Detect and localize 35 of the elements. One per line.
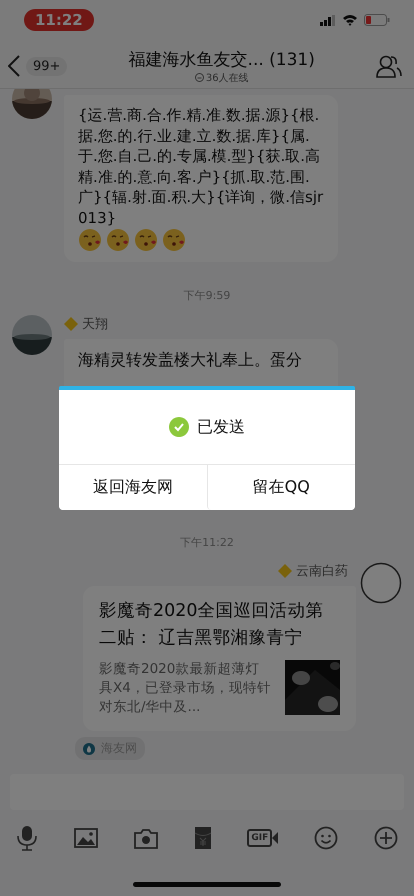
online-count: 36人在线 (206, 72, 249, 84)
status-time: 11:22 (24, 9, 94, 31)
kiss-emoji-icon (162, 228, 186, 252)
kiss-emoji-icon (78, 228, 102, 252)
link-card[interactable]: 影魔奇2020全国巡回活动第二贴： 辽吉黑鄂湘豫青宁 影魔奇2020款最新超薄灯具X4，已登录市场，现特针对东北/华中及... (83, 586, 356, 731)
diamond-icon (64, 317, 78, 331)
wifi-icon (342, 14, 358, 26)
drop-icon (83, 742, 95, 754)
diamond-icon (278, 564, 292, 578)
sender-name: 云南白药 (296, 563, 348, 580)
back-icon (8, 55, 20, 77)
unread-count: 99+ (26, 56, 68, 76)
back-button[interactable]: 99+ (8, 55, 68, 77)
card-title: 影魔奇2020全国巡回活动第二贴： 辽吉黑鄂湘豫青宁 (99, 600, 325, 650)
kiss-emoji-icon (134, 228, 158, 252)
emoji-icon[interactable] (314, 826, 338, 850)
card-summary: 影魔奇2020款最新超薄灯具X4，已登录市场，现特针对东北/华中及... (99, 660, 271, 717)
online-icon (194, 73, 204, 82)
image-icon[interactable] (74, 828, 98, 848)
signal-icon (320, 14, 336, 26)
members-icon[interactable] (376, 54, 402, 78)
sender-name: 天翔 (82, 316, 108, 333)
envelope-icon[interactable] (194, 826, 212, 850)
message-text: {运.营.商.合.作.精.准.数.据.源}{根.据.您.的.行.业.建.立.数.据.库}{属.于.您.自.己.的.专属.模.型}{获.取.高精.准.的.意.向.客.户}{抓.取.范.围.广}{辐.射.面.积.大}{详询，微.信sjr013} (78, 106, 324, 226)
microphone-icon[interactable] (16, 825, 38, 851)
check-icon (169, 417, 189, 437)
message-text: 海精灵转发盖楼大礼奉上。蛋分 (78, 350, 302, 369)
plus-icon[interactable] (374, 826, 398, 850)
avatar-icon (360, 562, 402, 604)
battery-icon (364, 14, 390, 26)
dialog-button[interactable]: 留在QQ (206, 465, 355, 510)
group-title: 福建海水鱼友交... (131) (128, 48, 315, 70)
dialog-message: 已发送 (197, 416, 245, 438)
kiss-emoji-icon (106, 228, 130, 252)
camera-icon[interactable] (134, 828, 158, 848)
